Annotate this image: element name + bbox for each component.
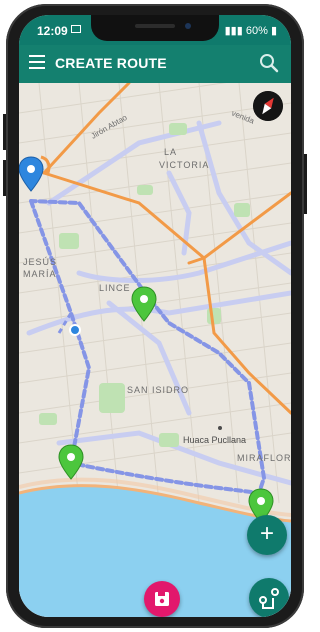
phone-frame: 12:09 ▮▮▮ 60% ▮ CREATE ROUTE Jirón Abtao…: [3, 4, 307, 628]
page-title: CREATE ROUTE: [55, 55, 167, 71]
map-label: VICTORIA: [159, 160, 209, 170]
phone-side-button: [3, 114, 6, 150]
phone-side-button: [3, 160, 6, 196]
save-route-button[interactable]: [144, 581, 180, 617]
route-options-button[interactable]: [249, 578, 289, 617]
floppy-icon: [155, 592, 169, 606]
signal-icon: ▮▮▮: [224, 25, 243, 37]
phone-side-button: [304, 154, 307, 214]
map-label: LINCE: [99, 283, 131, 293]
gallery-icon: [71, 25, 81, 33]
menu-icon[interactable]: [29, 55, 45, 69]
map-label: MARÍA: [23, 269, 57, 279]
compass-icon[interactable]: [253, 91, 283, 121]
battery-icon: ▮: [270, 25, 277, 37]
app-screen: 12:09 ▮▮▮ 60% ▮ CREATE ROUTE Jirón Abtao…: [19, 15, 291, 617]
phone-notch: [91, 15, 219, 41]
map-label: LA: [164, 147, 177, 157]
app-bar: CREATE ROUTE: [19, 45, 291, 83]
front-camera: [185, 23, 191, 29]
status-time: 12:09: [37, 24, 68, 38]
plus-icon: +: [259, 520, 274, 547]
battery-level: 60%: [245, 25, 268, 37]
add-point-button[interactable]: +: [247, 515, 287, 555]
map-label: MIRAFLOR: [237, 453, 291, 463]
map-label: Huaca Pucllana: [183, 435, 246, 445]
status-right: ▮▮▮ 60% ▮: [225, 24, 277, 37]
route-icon: [259, 588, 279, 609]
search-icon[interactable]: [259, 53, 279, 73]
map-label: JESÚS: [23, 257, 57, 267]
current-location-dot: [69, 324, 81, 336]
speaker-grille: [135, 24, 175, 28]
map-label: SAN ISIDRO: [127, 385, 189, 395]
